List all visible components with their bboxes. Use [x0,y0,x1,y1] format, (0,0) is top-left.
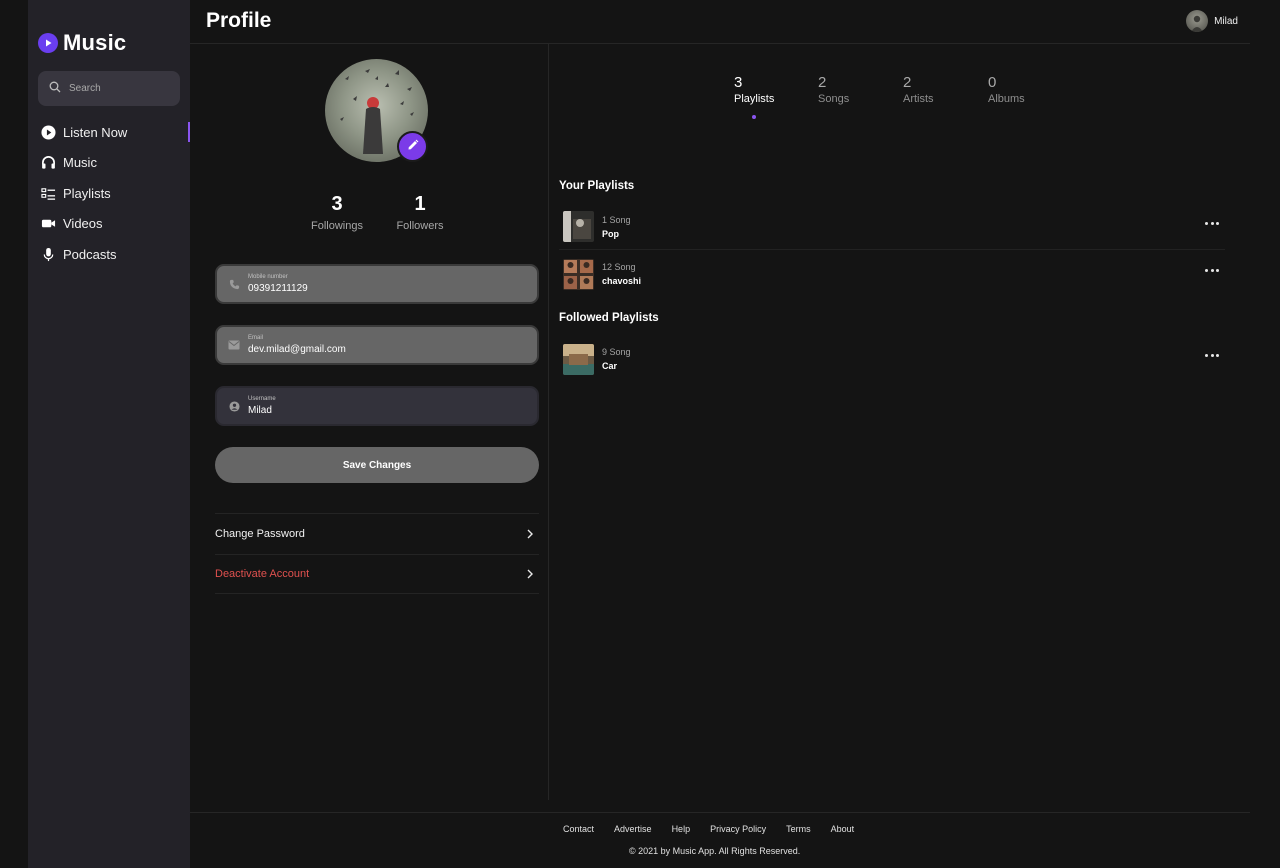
email-field-value: dev.milad@gmail.com [248,344,346,355]
column-divider [548,44,549,800]
footer-link-terms[interactable]: Terms [786,824,811,834]
sidebar-item-listen-now[interactable]: Listen Now [28,117,190,148]
tab-label: Albums [988,93,1025,105]
username-field[interactable]: Username Milad [215,386,539,426]
tab-count: 0 [988,74,997,91]
email-field[interactable]: Email dev.milad@gmail.com [215,325,539,365]
change-password-link[interactable]: Change Password [215,513,539,553]
username-field-label: Username [248,396,276,402]
deactivate-account-link[interactable]: Deactivate Account [215,554,539,594]
playlist-song-count: 12 Song [602,262,636,272]
footer-link-contact[interactable]: Contact [563,824,594,834]
sidebar-item-podcasts[interactable]: Podcasts [28,239,190,270]
app-name: Music [63,30,127,55]
footer-links: Contact Advertise Help Privacy Policy Te… [563,824,874,834]
user-circle-icon [228,400,240,412]
sidebar-item-label: Listen Now [63,124,128,140]
tab-count: 2 [903,74,912,91]
playlist-song-count: 1 Song [602,214,631,225]
followers-count: 1 [414,193,426,215]
footer-link-help[interactable]: Help [672,824,691,834]
search-icon [49,80,61,98]
playlist-name: chavoshi [602,276,642,286]
sidebar-item-videos[interactable]: Videos [28,209,190,240]
user-menu[interactable]: Milad [1186,10,1238,32]
left-gutter [0,0,28,868]
tab-count: 3 [734,74,743,91]
play-circle-icon [40,124,56,140]
page-title: Profile [206,9,272,32]
sidebar-item-label: Videos [63,216,103,232]
followings-stat[interactable]: 3 Followings [307,193,367,232]
playlist-song-count: 9 Song [602,347,631,357]
sidebar-item-label: Playlists [63,185,111,201]
followers-label: Followers [396,220,444,232]
headphones-icon [40,155,56,171]
copyright-text: © 2021 by Music App. All Rights Reserved… [629,846,801,856]
video-camera-icon [40,216,56,232]
mobile-field-value: 09391211129 [248,283,308,294]
chevron-right-icon [525,569,535,579]
tab-albums[interactable]: 0 Albums [988,74,1025,105]
tab-label: Playlists [734,93,775,105]
search-box[interactable] [38,71,180,106]
tab-count: 2 [818,74,827,91]
edit-avatar-button[interactable] [397,131,428,162]
chevron-right-icon [525,529,535,539]
search-input[interactable] [69,83,169,94]
footer-link-privacy-policy[interactable]: Privacy Policy [710,824,766,834]
footer-link-about[interactable]: About [831,824,855,834]
playlist-cover [563,211,594,242]
your-playlists-title: Your Playlists [559,180,635,192]
sidebar-item-label: Music [63,155,97,171]
email-field-label: Email [248,335,264,341]
sidebar-nav: Listen Now Music Playlists Videos Podcas… [28,117,190,270]
avatar [1186,10,1209,32]
footer-link-advertise[interactable]: Advertise [614,824,652,834]
active-tab-indicator [752,115,756,119]
list-item[interactable]: 12 Song chavoshi [559,251,1225,297]
tab-label: Artists [903,93,934,105]
tab-artists[interactable]: 2 Artists [903,74,934,105]
followings-label: Followings [311,220,363,232]
phone-icon [228,278,240,290]
playlist-icon [40,185,56,201]
playlist-name: Car [602,361,618,371]
playlist-name: Pop [602,228,619,239]
playlist-cover [563,343,594,375]
footer-divider [190,812,1250,813]
mobile-field-label: Mobile number [248,274,288,280]
mobile-field[interactable]: Mobile number 09391211129 [215,264,539,304]
sidebar: Music Listen Now Music Playlists [28,0,190,868]
deactivate-account-label: Deactivate Account [215,568,310,580]
change-password-label: Change Password [215,527,305,540]
tab-playlists[interactable]: 3 Playlists [734,74,774,105]
list-item[interactable]: 1 Song Pop [559,204,1225,250]
sidebar-item-music[interactable]: Music [28,148,190,179]
followers-stat[interactable]: 1 Followers [390,193,450,232]
more-options-icon[interactable] [1205,222,1219,225]
username-field-value: Milad [248,405,272,416]
tab-label: Songs [818,93,850,105]
sidebar-item-label: Podcasts [63,246,117,262]
list-item[interactable]: 9 Song Car [559,336,1225,382]
microphone-icon [40,246,56,262]
tab-songs[interactable]: 2 Songs [818,74,849,105]
envelope-icon [228,339,240,351]
followed-playlists-title: Followed Playlists [559,312,659,324]
app-logo[interactable]: Music [38,30,126,56]
more-options-icon[interactable] [1205,354,1219,357]
more-options-icon[interactable] [1205,269,1219,272]
page-header: Profile Milad [190,0,1250,44]
followings-count: 3 [331,193,343,215]
save-changes-button[interactable]: Save Changes [215,447,539,483]
sidebar-item-playlists[interactable]: Playlists [28,178,190,209]
playlist-cover [563,258,594,290]
pencil-icon [407,138,419,156]
logo-play-icon [38,33,58,53]
user-name: Milad [1214,15,1238,27]
